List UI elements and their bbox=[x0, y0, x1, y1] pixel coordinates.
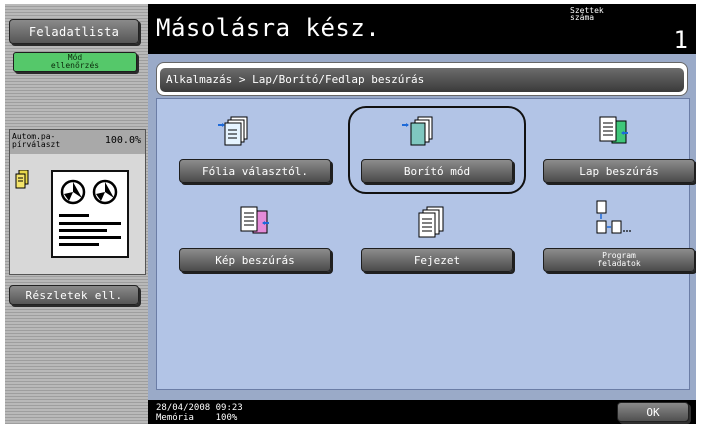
memory-label: Memória bbox=[156, 413, 194, 423]
transparency-sheets-button[interactable]: Fólia választól. bbox=[179, 159, 331, 183]
breadcrumb: Alkalmazás > Lap/Borító/Fedlap beszúrás bbox=[156, 62, 688, 96]
document-content-icon bbox=[59, 179, 121, 246]
left-panel: Feladatlista Mód ellenőrzés Autom.pa- pí… bbox=[5, 4, 148, 424]
header-bar: Másolásra kész. Szettek száma 1 bbox=[148, 4, 696, 54]
sets-count: 1 bbox=[673, 26, 688, 54]
details-check-button[interactable]: Részletek ell. bbox=[9, 285, 139, 305]
cover-mode-button[interactable]: Borító mód bbox=[361, 159, 513, 183]
paper-tray-icon bbox=[15, 170, 29, 189]
sets-label-line2: száma bbox=[570, 13, 595, 22]
job-list-button[interactable]: Feladatlista bbox=[9, 19, 139, 44]
chapter-button[interactable]: Fejezet bbox=[361, 248, 513, 272]
insert-image-icon bbox=[240, 206, 269, 234]
datetime: 28/04/2008 09:23 bbox=[156, 403, 243, 413]
ok-button[interactable]: OK bbox=[617, 402, 689, 422]
insert-image-button[interactable]: Kép beszúrás bbox=[179, 248, 331, 272]
program-jobs-icon bbox=[596, 200, 631, 234]
main-area: Alkalmazás > Lap/Borító/Fedlap beszúrás bbox=[148, 54, 696, 400]
insert-sheet-icon bbox=[599, 116, 628, 144]
insert-sheet-button[interactable]: Lap beszúrás bbox=[543, 159, 695, 183]
status-text: 28/04/2008 09:23 Memória 100% bbox=[156, 403, 243, 423]
preview-header: Autom.pa- pírválaszt 100.0% bbox=[10, 130, 145, 154]
status-bar: 28/04/2008 09:23 Memória 100% OK bbox=[148, 400, 696, 424]
sets-label: Szettek száma bbox=[570, 7, 604, 22]
zoom-value: 100.0% bbox=[104, 135, 141, 146]
copier-screen: Feladatlista Mód ellenőrzés Autom.pa- pí… bbox=[5, 4, 696, 424]
breadcrumb-text: Alkalmazás > Lap/Borító/Fedlap beszúrás bbox=[160, 68, 684, 92]
function-panel: Fólia választól. Borító mód Lap beszúrás bbox=[156, 98, 695, 390]
status-title: Másolásra kész. bbox=[156, 14, 381, 42]
output-preview: Autom.pa- pírválaszt 100.0% bbox=[9, 129, 146, 275]
check-mode-button[interactable]: Mód ellenőrzés bbox=[13, 52, 137, 72]
transparency-sheets-icon bbox=[218, 116, 248, 146]
document-preview bbox=[51, 170, 129, 258]
cover-mode-icon bbox=[402, 116, 433, 146]
program-jobs-label-line2: feladatok bbox=[597, 259, 641, 268]
chapter-icon bbox=[418, 206, 444, 238]
memory-value: 100% bbox=[215, 413, 238, 423]
memory-line: Memória 100% bbox=[156, 413, 243, 423]
program-jobs-button[interactable]: Program feladatok bbox=[543, 248, 695, 272]
check-mode-label-line2: ellenőrzés bbox=[50, 61, 100, 70]
